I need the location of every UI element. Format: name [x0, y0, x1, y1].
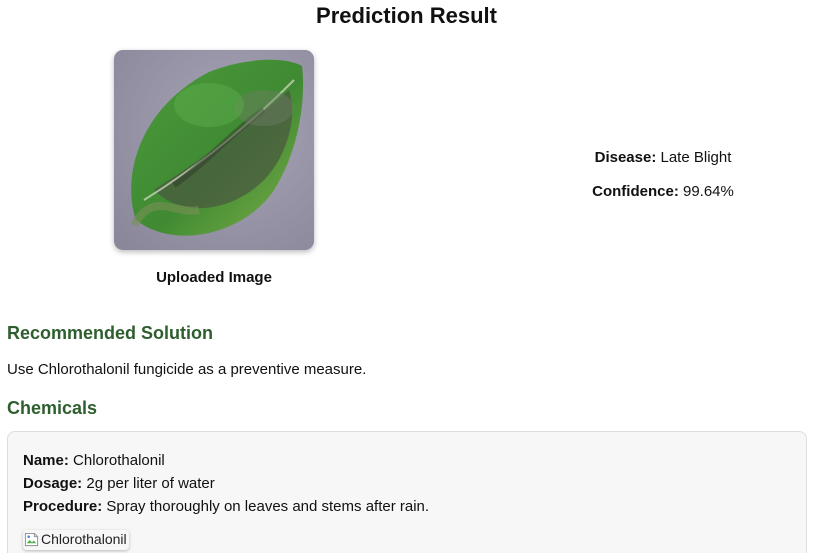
prediction-result-page: Prediction Result Uploaded Image Disease… [0, 0, 823, 553]
chemical-dosage-label: Dosage: [23, 475, 83, 492]
chemical-name-value: Chlorothalonil [73, 452, 165, 469]
chemical-dosage-value: 2g per liter of water [86, 475, 215, 492]
recommended-solution-heading: Recommended Solution [7, 323, 214, 343]
confidence-line: Confidence: 99.64% [523, 183, 803, 201]
broken-image-icon [24, 532, 39, 547]
chemicals-heading: Chemicals [7, 398, 98, 418]
disease-line: Disease: Late Blight [523, 149, 803, 167]
chemical-dosage-row: Dosage: 2g per liter of water [23, 475, 215, 493]
confidence-value: 99.64% [682, 183, 734, 200]
page-title: Prediction Result [316, 3, 497, 28]
uploaded-image-caption: Uploaded Image [156, 269, 272, 286]
confidence-label: Confidence: [592, 183, 679, 200]
chemical-procedure-label: Procedure: [23, 498, 103, 515]
chemical-name-label: Name: [23, 452, 69, 469]
chemical-card: Name: Chlorothalonil Dosage: 2g per lite… [7, 431, 807, 553]
disease-label: Disease: [594, 149, 657, 166]
chemical-product-image: Chlorothalonil [23, 530, 129, 550]
chemical-procedure-value: Spray thoroughly on leaves and stems aft… [106, 498, 430, 515]
prediction-summary: Disease: Late Blight Confidence: 99.64% [523, 149, 803, 217]
chemical-image-alt-text: Chlorothalonil [41, 531, 127, 547]
recommended-solution-text: Use Chlorothalonil fungicide as a preven… [7, 361, 367, 378]
chemical-procedure-row: Procedure: Spray thoroughly on leaves an… [23, 498, 429, 516]
uploaded-leaf-image [114, 50, 314, 250]
chemical-name-row: Name: Chlorothalonil [23, 452, 165, 470]
disease-value: Late Blight [660, 149, 732, 166]
